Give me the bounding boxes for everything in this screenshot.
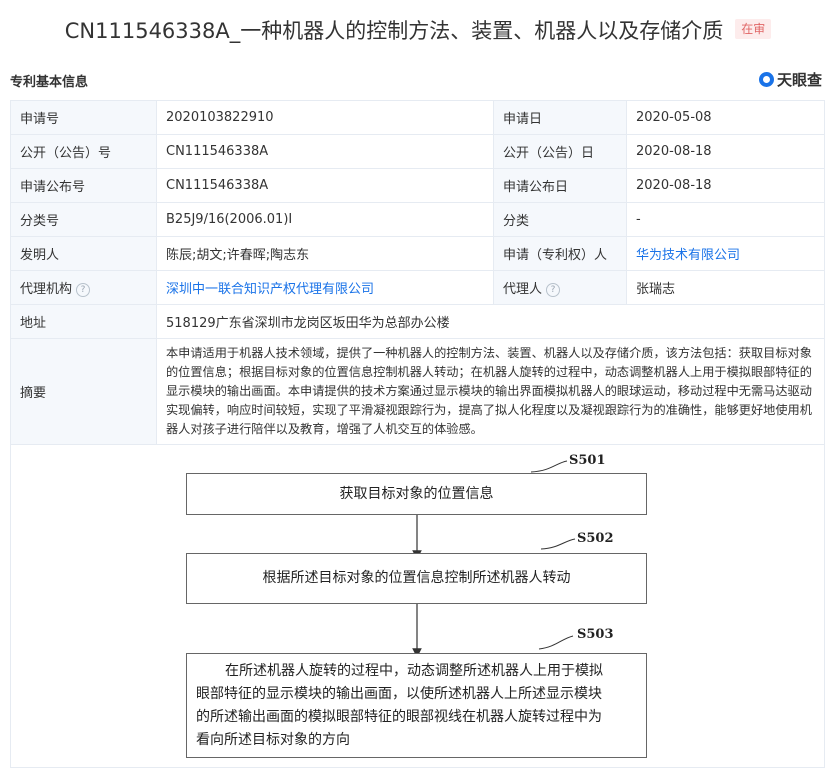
flow-step-text-line: 的所述输出画面的模拟眼部特征的眼部视线在机器人旋转过程中为 [196, 709, 602, 725]
agency-cell: 深圳中一联合知识产权代理有限公司 [156, 270, 494, 305]
application-number: 2020103822910 [156, 100, 494, 135]
field-label: 摘要 [10, 338, 157, 445]
agent-label: 代理人 [503, 282, 543, 297]
table-row: 发明人 陈辰;胡文;许春晖;陶志东 申请（专利权）人 华为技术有限公司 [10, 236, 825, 271]
brand-logo[interactable]: 天眼查 [758, 69, 822, 90]
field-label: 申请号 [10, 100, 157, 135]
help-icon[interactable]: ? [546, 282, 561, 297]
field-label: 申请日 [493, 100, 627, 135]
field-label: 申请公布日 [493, 168, 627, 203]
flow-step-text: 获取目标对象的位置信息 [339, 486, 494, 502]
table-row: 申请公布号 CN111546338A 申请公布日 2020-08-18 [10, 168, 825, 203]
agency-label: 代理机构 [20, 282, 73, 297]
field-label: 分类号 [10, 202, 157, 237]
field-label: 地址 [10, 304, 157, 339]
inventors: 陈辰;胡文;许春晖;陶志东 [156, 236, 494, 271]
flow-step-text-line: 眼部特征的显示模块的输出画面，以使所述机器人上所述显示模块 [196, 686, 602, 702]
address-value: 518129广东省深圳市龙岗区坂田华为总部办公楼 [156, 304, 825, 339]
field-label: 申请（专利权）人 [493, 236, 627, 271]
leader-line [530, 460, 568, 473]
field-label: 公开（公告）日 [493, 134, 627, 169]
publication-date: 2020-08-18 [626, 134, 825, 169]
application-publication-date: 2020-08-18 [626, 168, 825, 203]
flow-step-box: 根据所述目标对象的位置信息控制所述机器人转动 [186, 553, 647, 604]
flowchart-figure: S501 获取目标对象的位置信息 S502 根据所述目标对象的位置信息控制所述机… [11, 445, 823, 767]
help-icon[interactable]: ? [76, 282, 91, 297]
section-title: 专利基本信息 [10, 75, 89, 90]
table-row: 申请号 2020103822910 申请日 2020-05-08 [10, 100, 825, 135]
tianyancha-logo-icon [758, 72, 774, 87]
page-title: CN111546338A_一种机器人的控制方法、装置、机器人以及存储介质 [64, 19, 724, 43]
leader-line [538, 635, 574, 650]
leader-line [540, 538, 576, 550]
flow-step-box: 在所述机器人旋转的过程中，动态调整所述机器人上用于模拟 眼部特征的显示模块的输出… [186, 653, 647, 758]
table-row: 地址 518129广东省深圳市龙岗区坂田华为总部办公楼 [10, 304, 825, 339]
abstract-text: 本申请适用于机器人技术领域，提供了一种机器人的控制方法、装置、机器人以及存储介质… [156, 338, 825, 445]
flow-step-box: 获取目标对象的位置信息 [186, 473, 647, 515]
applicant-link[interactable]: 华为技术有限公司 [636, 248, 740, 263]
table-row: S501 获取目标对象的位置信息 S502 根据所述目标对象的位置信息控制所述机… [10, 444, 825, 768]
field-label: 发明人 [10, 236, 157, 271]
patent-info-table: 申请号 2020103822910 申请日 2020-05-08 公开（公告）号… [10, 100, 825, 768]
table-row: 公开（公告）号 CN111546338A 公开（公告）日 2020-08-18 [10, 134, 825, 169]
table-row: 分类号 B25J9/16(2006.01)I 分类 - [10, 202, 825, 237]
applicant-cell: 华为技术有限公司 [626, 236, 825, 271]
flow-step-text-line: 看向所述目标对象的方向 [196, 732, 350, 748]
category-value: - [626, 202, 825, 237]
brand-name: 天眼查 [776, 71, 822, 89]
step-id-label: S501 [569, 453, 606, 468]
application-date: 2020-05-08 [626, 100, 825, 135]
agency-link[interactable]: 深圳中一联合知识产权代理有限公司 [166, 282, 374, 297]
table-row: 代理机构? 深圳中一联合知识产权代理有限公司 代理人? 张瑞志 [10, 270, 825, 305]
publication-number: CN111546338A [156, 134, 494, 169]
section-header: 专利基本信息 天眼查 [10, 68, 826, 92]
flow-step-text: 根据所述目标对象的位置信息控制所述机器人转动 [262, 570, 571, 586]
flowchart-cell: S501 获取目标对象的位置信息 S502 根据所述目标对象的位置信息控制所述机… [10, 444, 825, 768]
field-label: 申请公布号 [10, 168, 157, 203]
agent-value: 张瑞志 [626, 270, 825, 305]
field-label-agent: 代理人? [493, 270, 627, 305]
field-label-agency: 代理机构? [10, 270, 157, 305]
field-label: 分类 [493, 202, 627, 237]
flow-step-text-line: 在所述机器人旋转的过程中，动态调整所述机器人上用于模拟 [225, 663, 603, 679]
step-id-label: S503 [577, 627, 614, 642]
step-id-label: S502 [577, 531, 614, 546]
field-label: 公开（公告）号 [10, 134, 157, 169]
title-row: CN111546338A_一种机器人的控制方法、装置、机器人以及存储介质 在审 [0, 0, 836, 62]
classification-number: B25J9/16(2006.01)I [156, 202, 494, 237]
application-publication-number: CN111546338A [156, 168, 494, 203]
table-row: 摘要 本申请适用于机器人技术领域，提供了一种机器人的控制方法、装置、机器人以及存… [10, 338, 825, 445]
status-badge: 在审 [735, 19, 772, 39]
